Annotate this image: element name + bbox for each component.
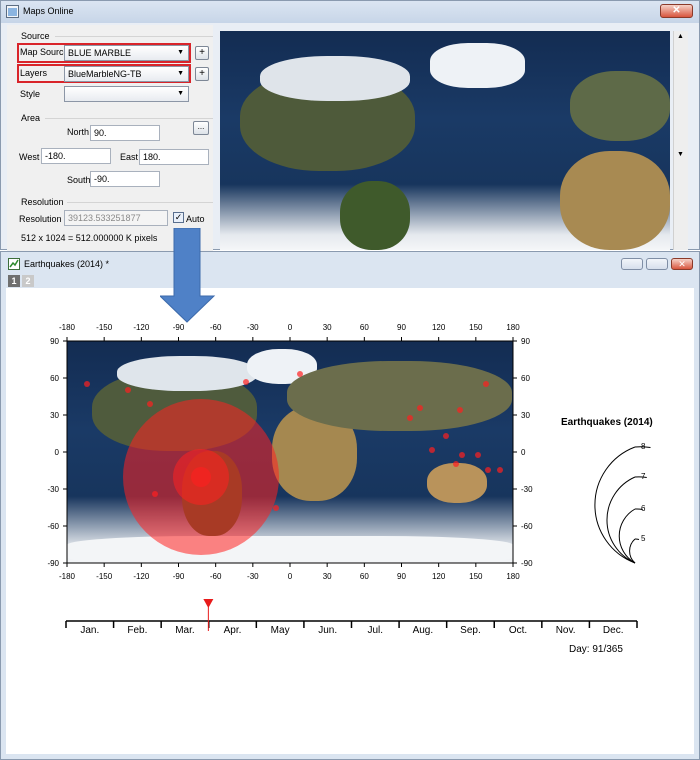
lon-tick-label-bottom: -150 — [96, 572, 113, 581]
timeline-month-label: Mar. — [175, 625, 194, 636]
lat-tick-label-left: 90 — [50, 337, 59, 346]
lon-tick-label-bottom: 0 — [288, 572, 293, 581]
earthquake-dot — [429, 447, 435, 453]
lon-tick-label-top: -120 — [133, 323, 150, 332]
earthquake-dot — [483, 381, 489, 387]
timeline-month-label: Nov. — [556, 625, 576, 636]
lon-tick-label-bottom: -30 — [247, 572, 259, 581]
earthquake-dot — [459, 452, 465, 458]
timeline-month-label: Jul. — [368, 625, 384, 636]
lon-tick-label-top: -60 — [210, 323, 222, 332]
timeline-month-label: Dec. — [603, 625, 624, 636]
lon-tick-label-bottom: 90 — [397, 572, 406, 581]
lat-tick-label-left: 30 — [50, 411, 59, 420]
day-counter-text: Day: 91/365 — [569, 644, 623, 655]
lon-tick-label-bottom: 180 — [506, 572, 520, 581]
legend-magnitude-label: 6 — [641, 504, 646, 513]
earthquake-dot — [84, 381, 90, 387]
timeline-day-marker — [203, 599, 214, 608]
lon-tick-label-bottom: 150 — [469, 572, 483, 581]
earthquake-dot — [273, 505, 279, 511]
lon-tick-label-top: 150 — [469, 323, 483, 332]
earthquake-dot — [485, 467, 491, 473]
earthquake-dot — [497, 467, 503, 473]
timeline-month-label: Aug. — [413, 625, 434, 636]
earthquake-dot — [417, 405, 423, 411]
lon-tick-label-bottom: 60 — [360, 572, 369, 581]
lon-tick-label-top: 90 — [397, 323, 406, 332]
earthquake-dot — [443, 433, 449, 439]
lon-tick-label-bottom: 30 — [323, 572, 332, 581]
earthquake-dot — [475, 452, 481, 458]
earthquake-dot — [147, 401, 153, 407]
lat-tick-label-left: -90 — [47, 559, 59, 568]
lat-tick-label-left: -60 — [47, 522, 59, 531]
earthquake-dot — [243, 379, 249, 385]
lat-tick-label-right: 0 — [521, 448, 526, 457]
lat-tick-label-right: -30 — [521, 485, 533, 494]
lon-tick-label-top: -30 — [247, 323, 259, 332]
lon-tick-label-top: 30 — [323, 323, 332, 332]
lat-tick-label-right: 90 — [521, 337, 530, 346]
lat-tick-label-right: -90 — [521, 559, 533, 568]
timeline-month-label: Apr. — [224, 625, 242, 636]
lat-tick-label-left: -30 — [47, 485, 59, 494]
lon-tick-label-top: 120 — [432, 323, 446, 332]
lon-tick-label-bottom: -90 — [173, 572, 185, 581]
earthquake-dot — [297, 371, 303, 377]
legend-magnitude-label: 8 — [641, 442, 646, 451]
timeline-month-label: Feb. — [127, 625, 147, 636]
lat-tick-label-right: -60 — [521, 522, 533, 531]
lon-tick-label-top: 0 — [288, 323, 293, 332]
legend-magnitude-arc — [606, 476, 636, 564]
timeline-month-label: Jan. — [80, 625, 99, 636]
lat-tick-label-right: 30 — [521, 411, 530, 420]
lon-tick-label-bottom: -60 — [210, 572, 222, 581]
legend-magnitude-arc — [618, 508, 636, 564]
lon-tick-label-bottom: -120 — [133, 572, 150, 581]
lon-tick-label-top: 60 — [360, 323, 369, 332]
timeline-month-label: May — [271, 625, 290, 636]
timeline-month-label: Oct. — [509, 625, 527, 636]
lon-tick-label-top: -180 — [59, 323, 76, 332]
timeline-month-label: Jun. — [318, 625, 337, 636]
earthquake-dot — [152, 491, 158, 497]
lat-tick-label-left: 60 — [50, 374, 59, 383]
earthquake-dot — [125, 387, 131, 393]
legend-magnitude-arc-tip — [634, 538, 640, 540]
earthquake-circle-core — [191, 467, 211, 487]
lon-tick-label-top: -150 — [96, 323, 113, 332]
legend-title: Earthquakes (2014) — [561, 417, 653, 428]
earthquake-dot — [457, 407, 463, 413]
lat-tick-label-right: 60 — [521, 374, 530, 383]
legend-magnitude-label: 5 — [641, 534, 646, 543]
lon-tick-label-bottom: -180 — [59, 572, 76, 581]
timeline-month-label: Sep. — [460, 625, 481, 636]
lon-tick-label-top: -90 — [173, 323, 185, 332]
earthquake-dot — [407, 415, 413, 421]
lon-tick-label-bottom: 120 — [432, 572, 446, 581]
lon-tick-label-top: 180 — [506, 323, 520, 332]
legend-magnitude-label: 7 — [641, 472, 646, 481]
lat-tick-label-left: 0 — [55, 448, 60, 457]
earthquake-dot — [453, 461, 459, 467]
